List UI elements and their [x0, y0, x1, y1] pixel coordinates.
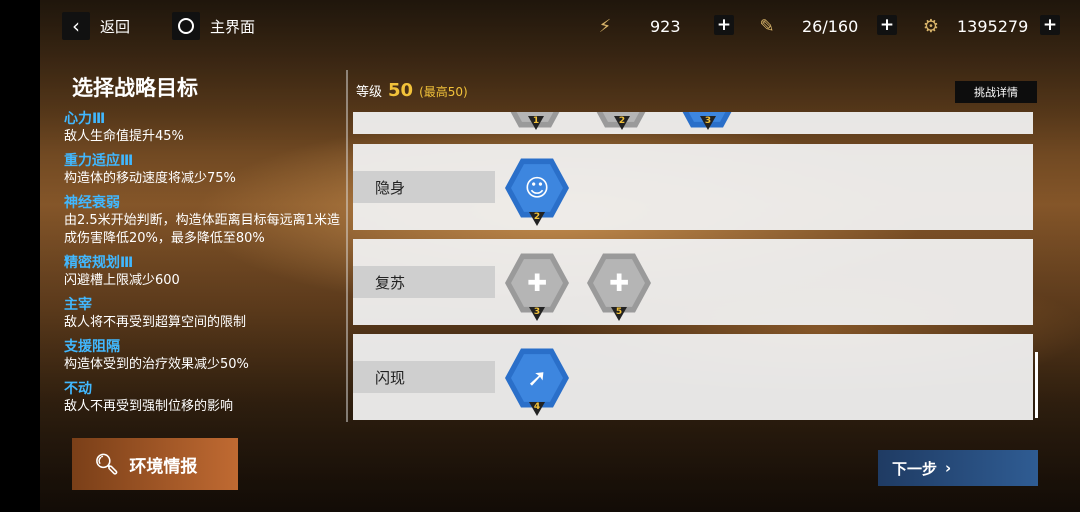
table-row: 隐身 ☺ 2: [353, 144, 1033, 230]
list-item: 重力适应Ⅲ 构造体的移动速度将减少75%: [64, 153, 236, 186]
scrollbar[interactable]: [1035, 352, 1038, 418]
home-button[interactable]: 主界面: [172, 12, 255, 40]
home-label: 主界面: [210, 17, 256, 36]
row-label: 复苏: [353, 266, 495, 298]
back-label: 返回: [100, 17, 131, 36]
top-bar: ‹ 返回 主界面 ⚡ 923 + ✎ 26/160 + ⚙ 1395279 +: [0, 0, 1080, 52]
add-syringe-button[interactable]: +: [877, 15, 897, 35]
environment-info-label: 环境情报: [129, 456, 198, 477]
table-row: 1 2 3: [353, 112, 1033, 134]
resource-coin-value: 1395279: [957, 16, 1029, 36]
revive-node-5[interactable]: ✚: [587, 253, 651, 313]
node-number: 5: [611, 307, 627, 321]
person-icon: ☺: [511, 164, 563, 212]
goal-list[interactable]: 心力Ⅲ 敌人生命值提升45% 重力适应Ⅲ 构造体的移动速度将减少75% 神经衰弱 由2…: [64, 110, 344, 420]
flash-node[interactable]: ➚: [505, 348, 569, 408]
environment-info-button[interactable]: 🔍︎ 环境情报: [72, 438, 238, 490]
dash-icon: ➚: [511, 354, 563, 402]
syringe-icon: ✎: [759, 15, 775, 37]
add-battery-button[interactable]: +: [714, 15, 734, 35]
challenge-detail-button[interactable]: 挑战详情: [955, 81, 1037, 103]
battery-icon: ⚡: [598, 15, 612, 37]
resource-syringe: ✎: [754, 12, 780, 40]
node-number: 4: [529, 402, 545, 416]
level-display: 等级 50 (最高50): [356, 80, 468, 101]
strategy-list[interactable]: 1 2 3 隐身 ☺ 2 复苏 ✚ 3 ✚ 5 闪现 ➚ 4: [353, 112, 1033, 420]
resource-syringe-value: 26/160: [802, 16, 859, 36]
stealth-node[interactable]: ☺: [505, 158, 569, 218]
next-step-button[interactable]: 下一步 ›: [878, 450, 1038, 486]
home-ring-icon: [172, 12, 200, 40]
back-button[interactable]: ‹ 返回: [62, 12, 130, 40]
heal-icon: ✚: [511, 259, 563, 307]
list-item: 不动 敌人不再受到强制位移的影响: [64, 381, 234, 414]
resource-battery-value: 923: [650, 16, 681, 36]
list-item: 神经衰弱 由2.5米开始判断，构造体距离目标每远离1米造成伤害降低20%，最多降低…: [64, 195, 340, 246]
row-label: 隐身: [353, 171, 495, 203]
list-item: 支援阻隔 构造体受到的治疗效果减少50%: [64, 339, 249, 372]
table-row: 闪现 ➚ 4: [353, 334, 1033, 420]
table-row: 复苏 ✚ 3 ✚ 5: [353, 239, 1033, 325]
next-step-label: 下一步: [892, 459, 938, 478]
resource-coin: ⚙: [918, 12, 944, 40]
left-edge: [0, 0, 40, 512]
heal-icon: ✚: [593, 259, 645, 307]
divider: [346, 70, 348, 422]
revive-node-3[interactable]: ✚: [505, 253, 569, 313]
panel-title: 选择战略目标: [72, 76, 198, 100]
search-icon: 🔍︎: [94, 452, 120, 476]
resource-battery: ⚡: [592, 12, 618, 40]
coin-icon: ⚙: [922, 15, 940, 37]
chevron-left-icon: ‹: [62, 12, 90, 40]
chevron-right-icon: ›: [945, 459, 952, 477]
list-item: 心力Ⅲ 敌人生命值提升45%: [64, 111, 184, 144]
add-coin-button[interactable]: +: [1040, 15, 1060, 35]
list-item: 主宰 敌人将不再受到超算空间的限制: [64, 297, 247, 330]
node-number: 2: [529, 212, 545, 226]
node-number: 3: [529, 307, 545, 321]
list-item: 精密规划Ⅲ 闪避槽上限减少600: [64, 255, 180, 288]
row-label: 闪现: [353, 361, 495, 393]
